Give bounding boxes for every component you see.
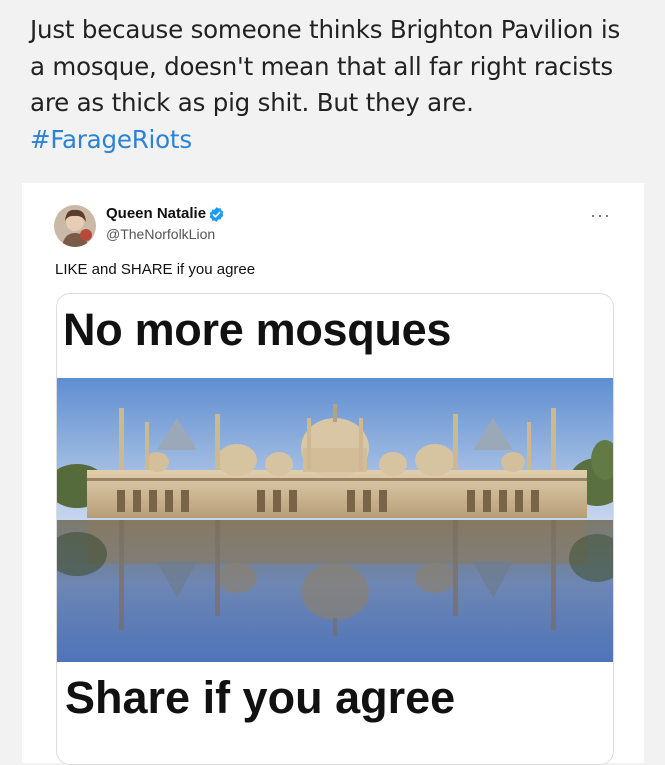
- embedded-tweet-card[interactable]: Queen Natalie @TheNorfolkLion ··· LIKE a…: [22, 183, 644, 765]
- image-headline-bottom: Share if you agree: [65, 672, 456, 723]
- author-handle[interactable]: @TheNorfolkLion: [106, 226, 215, 242]
- tweet-image[interactable]: No more mosques Share if you agree: [56, 293, 614, 765]
- verified-badge-icon: [209, 207, 224, 222]
- post-text: Just because someone thinks Brighton Pav…: [30, 12, 640, 158]
- more-options-icon[interactable]: ···: [590, 205, 611, 226]
- avatar[interactable]: [54, 205, 96, 247]
- post-line-2: a mosque, doesn't mean that all far righ…: [30, 51, 613, 81]
- tweet-text: LIKE and SHARE if you agree: [55, 261, 256, 278]
- author-name[interactable]: Queen Natalie: [106, 205, 206, 222]
- post-line-3: are as thick as pig shit. But they are.: [30, 88, 474, 117]
- pavilion-photo: [57, 378, 613, 662]
- post-line-1: Just because someone thinks Brighton Pav…: [30, 15, 621, 44]
- hashtag-link[interactable]: #FarageRiots: [30, 122, 640, 159]
- image-headline-top: No more mosques: [63, 304, 452, 355]
